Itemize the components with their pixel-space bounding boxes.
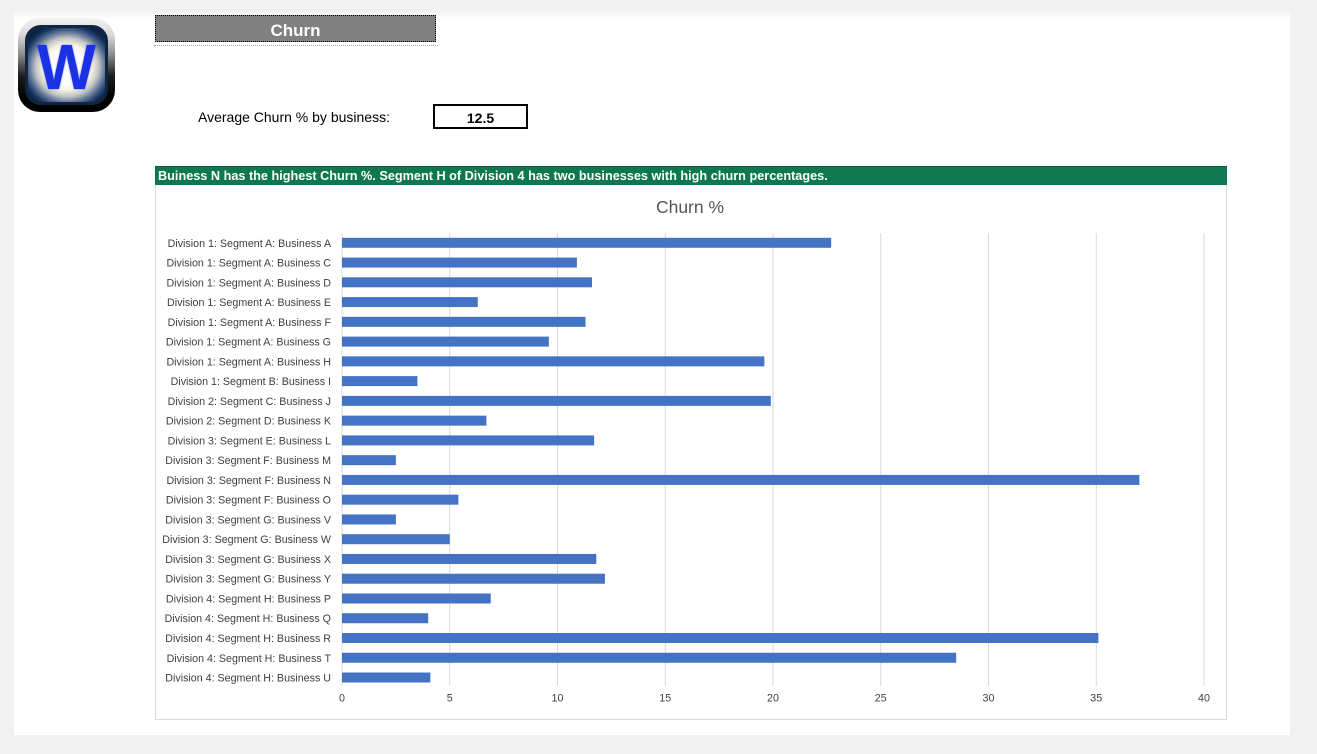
svg-text:15: 15 bbox=[659, 693, 671, 705]
svg-text:0: 0 bbox=[339, 693, 345, 705]
svg-text:Division 1: Segment A: Busines: Division 1: Segment A: Business D bbox=[166, 277, 331, 289]
svg-text:10: 10 bbox=[552, 693, 564, 705]
svg-text:Division 3: Segment G: Busines: Division 3: Segment G: Business Y bbox=[165, 574, 331, 586]
svg-text:30: 30 bbox=[983, 693, 995, 705]
svg-text:Division 1: Segment B: Busines: Division 1: Segment B: Business I bbox=[171, 376, 331, 388]
svg-text:35: 35 bbox=[1090, 693, 1102, 705]
svg-text:20: 20 bbox=[767, 693, 779, 705]
svg-text:Division 2: Segment D: Busines: Division 2: Segment D: Business K bbox=[166, 416, 332, 428]
svg-text:Division 1: Segment A: Busines: Division 1: Segment A: Business F bbox=[168, 317, 332, 329]
svg-text:Churn %: Churn % bbox=[656, 197, 724, 217]
svg-text:Division 1: Segment A: Busines: Division 1: Segment A: Business A bbox=[168, 238, 332, 250]
svg-text:Division 4: Segment H: Busines: Division 4: Segment H: Business Q bbox=[165, 613, 331, 625]
svg-text:Division 4: Segment H: Busines: Division 4: Segment H: Business R bbox=[165, 633, 331, 645]
svg-text:Division 3: Segment E: Busines: Division 3: Segment E: Business L bbox=[168, 435, 331, 447]
svg-text:Division 3: Segment G: Busines: Division 3: Segment G: Business W bbox=[162, 534, 332, 546]
svg-text:5: 5 bbox=[447, 693, 453, 705]
svg-text:Division 3: Segment G: Busines: Division 3: Segment G: Business V bbox=[165, 514, 332, 526]
svg-text:Division 1: Segment A: Busines: Division 1: Segment A: Business E bbox=[167, 297, 331, 309]
svg-text:Division 4: Segment H: Busines: Division 4: Segment H: Business U bbox=[165, 673, 331, 685]
svg-text:Division 1: Segment A: Busines: Division 1: Segment A: Business C bbox=[166, 258, 331, 270]
svg-text:Division 1: Segment A: Busines: Division 1: Segment A: Business G bbox=[166, 337, 331, 349]
svg-text:40: 40 bbox=[1198, 693, 1210, 705]
svg-text:Division 3: Segment F: Busines: Division 3: Segment F: Business M bbox=[165, 455, 331, 467]
svg-text:Division 4: Segment H: Busines: Division 4: Segment H: Business T bbox=[167, 653, 332, 665]
svg-text:25: 25 bbox=[875, 693, 887, 705]
svg-text:Division 2: Segment C: Busines: Division 2: Segment C: Business J bbox=[168, 396, 331, 408]
svg-text:Division 3: Segment G: Busines: Division 3: Segment G: Business X bbox=[165, 554, 331, 566]
svg-text:Division 3: Segment F: Busines: Division 3: Segment F: Business O bbox=[166, 495, 331, 507]
svg-text:Division 4: Segment H: Busines: Division 4: Segment H: Business P bbox=[166, 593, 331, 605]
svg-text:Division 3: Segment F: Busines: Division 3: Segment F: Business N bbox=[166, 475, 331, 487]
svg-text:Division 1: Segment A: Busines: Division 1: Segment A: Business H bbox=[166, 356, 331, 368]
